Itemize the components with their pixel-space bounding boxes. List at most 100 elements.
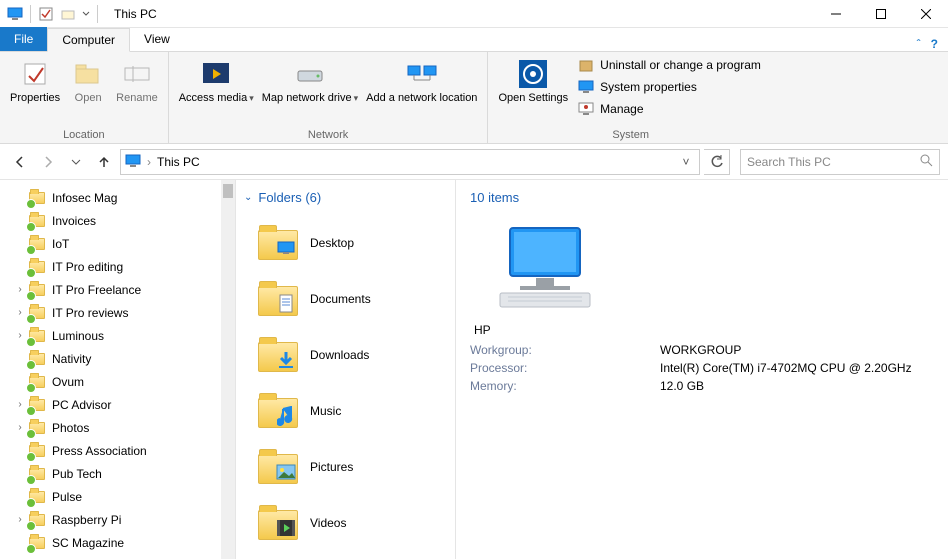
expand-icon[interactable]: › <box>14 422 26 433</box>
view-tab[interactable]: View <box>130 27 184 51</box>
tree-item[interactable]: Invoices <box>0 209 235 232</box>
folder-item[interactable]: Desktop <box>244 215 447 271</box>
tree-item-label: IoT <box>52 237 69 251</box>
refresh-button[interactable] <box>704 149 730 175</box>
address-path[interactable]: This PC <box>157 155 200 169</box>
folder-icon <box>28 235 46 253</box>
address-bar[interactable]: › This PC ˅ <box>120 149 700 175</box>
folder-icon <box>28 212 46 230</box>
computer-name: HP <box>474 323 934 337</box>
folder-label: Videos <box>310 516 346 530</box>
tree-item[interactable]: Infosec Mag <box>0 186 235 209</box>
folder-icon <box>28 534 46 552</box>
search-box[interactable] <box>740 149 940 175</box>
minimize-button[interactable] <box>813 0 858 28</box>
uninstall-icon <box>578 57 594 73</box>
file-tab[interactable]: File <box>0 27 47 51</box>
search-input[interactable] <box>747 155 919 169</box>
expand-icon[interactable]: › <box>14 284 26 295</box>
content-area: ⌄ Folders (6) Desktop Documents Downloads M… <box>236 180 948 559</box>
ribbon: Properties Open Rename Location Access m… <box>0 52 948 144</box>
folder-large-icon <box>258 226 298 260</box>
folders-column: ⌄ Folders (6) Desktop Documents Downloads M… <box>236 180 456 559</box>
property-row: Workgroup:WORKGROUP <box>470 341 934 359</box>
folders-section-header[interactable]: ⌄ Folders (6) <box>244 190 447 205</box>
expand-icon[interactable]: › <box>14 307 26 318</box>
property-value: WORKGROUP <box>660 343 741 357</box>
tree-item[interactable]: SC Magazine <box>0 531 235 554</box>
tree-scrollbar[interactable] <box>221 180 235 559</box>
window-title: This PC <box>114 7 157 21</box>
help-icon[interactable]: ? <box>931 37 938 51</box>
tree-item[interactable]: ›PC Advisor <box>0 393 235 416</box>
folder-icon <box>28 350 46 368</box>
folder-item[interactable]: Videos <box>244 495 447 551</box>
search-icon[interactable] <box>919 153 933 170</box>
tree-item-label: Press Association <box>52 444 147 458</box>
forward-button[interactable] <box>36 150 60 174</box>
folder-item[interactable]: Documents <box>244 271 447 327</box>
back-button[interactable] <box>8 150 32 174</box>
computer-tab[interactable]: Computer <box>47 28 130 52</box>
tree-item[interactable]: Nativity <box>0 347 235 370</box>
close-button[interactable] <box>903 0 948 28</box>
tree-item[interactable]: IoT <box>0 232 235 255</box>
scrollbar-thumb[interactable] <box>223 184 233 198</box>
map-network-drive-button[interactable]: Map network drive▾ <box>258 54 362 105</box>
tree-item-label: IT Pro reviews <box>52 306 128 320</box>
tree-item-label: Ovum <box>52 375 84 389</box>
rename-button[interactable]: Rename <box>112 54 162 105</box>
folder-item[interactable]: Downloads <box>244 327 447 383</box>
tree-item-label: Luminous <box>52 329 104 343</box>
ribbon-group-network-label: Network <box>175 129 482 143</box>
properties-qat-icon[interactable] <box>37 5 55 23</box>
add-network-location-button[interactable]: Add a network location <box>362 54 481 105</box>
tree-item[interactable]: Pub Tech <box>0 462 235 485</box>
folder-label: Downloads <box>310 348 369 362</box>
tree-item[interactable]: Pulse <box>0 485 235 508</box>
expand-icon[interactable]: › <box>14 330 26 341</box>
navigation-tree[interactable]: Infosec MagInvoicesIoTIT Pro editing›IT … <box>0 180 236 559</box>
properties-button[interactable]: Properties <box>6 54 64 105</box>
tree-item[interactable]: › Photos <box>0 416 235 439</box>
folder-icon <box>28 304 46 322</box>
maximize-button[interactable] <box>858 0 903 28</box>
manage-button[interactable]: Manage <box>576 100 763 118</box>
qat-dropdown-icon[interactable] <box>81 5 91 23</box>
tree-item[interactable]: › Luminous <box>0 324 235 347</box>
property-row: Memory:12.0 GB <box>470 377 934 395</box>
access-media-button[interactable]: Access media▾ <box>175 54 258 105</box>
tree-item-label: Pulse <box>52 490 82 504</box>
tree-item[interactable]: ›IT Pro Freelance <box>0 278 235 301</box>
up-button[interactable] <box>92 150 116 174</box>
expand-icon[interactable]: › <box>14 514 26 525</box>
items-count: 10 items <box>470 190 934 205</box>
recent-locations-button[interactable] <box>64 150 88 174</box>
expand-icon[interactable]: › <box>14 399 26 410</box>
tree-item[interactable]: Press Association <box>0 439 235 462</box>
ribbon-group-location: Properties Open Rename Location <box>0 52 169 143</box>
folder-large-icon <box>258 282 298 316</box>
folder-item[interactable]: Pictures <box>244 439 447 495</box>
properties-icon <box>19 58 51 90</box>
address-dropdown-icon[interactable]: ˅ <box>677 155 695 169</box>
ribbon-group-system: Open Settings Uninstall or change a prog… <box>488 52 772 143</box>
tree-item-label: Photos <box>52 421 89 435</box>
tree-item[interactable]: Ovum <box>0 370 235 393</box>
system-properties-button[interactable]: System properties <box>576 78 763 96</box>
new-folder-qat-icon[interactable] <box>59 5 77 23</box>
ribbon-collapse-icon[interactable]: ˆ <box>917 37 921 51</box>
address-chevron-icon[interactable]: › <box>147 155 151 169</box>
folder-label: Desktop <box>310 236 354 250</box>
tree-item[interactable]: › IT Pro reviews <box>0 301 235 324</box>
open-settings-button[interactable]: Open Settings <box>494 54 572 105</box>
tree-item[interactable]: ›Raspberry Pi <box>0 508 235 531</box>
tree-item[interactable]: IT Pro editing <box>0 255 235 278</box>
explorer-body: Infosec MagInvoicesIoTIT Pro editing›IT … <box>0 180 948 559</box>
folder-large-icon <box>258 338 298 372</box>
folder-item[interactable]: Music <box>244 383 447 439</box>
uninstall-program-button[interactable]: Uninstall or change a program <box>576 56 763 74</box>
open-button[interactable]: Open <box>64 54 112 105</box>
quick-access-toolbar <box>0 5 106 23</box>
tree-item-label: Pub Tech <box>52 467 102 481</box>
